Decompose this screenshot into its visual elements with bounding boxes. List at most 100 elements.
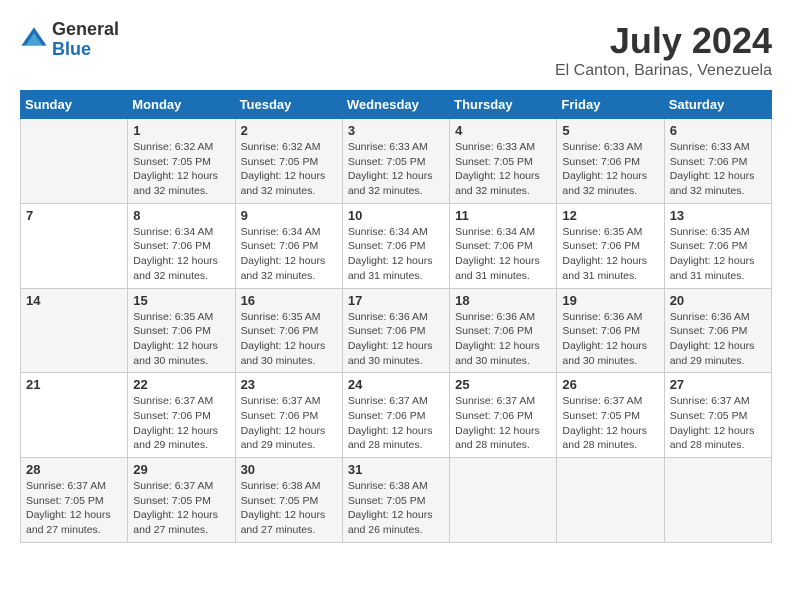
day-number: 7	[26, 208, 122, 223]
day-info: Sunrise: 6:37 AM Sunset: 7:06 PM Dayligh…	[241, 394, 337, 453]
day-number: 17	[348, 293, 444, 308]
day-number: 6	[670, 123, 766, 138]
day-number: 14	[26, 293, 122, 308]
day-number: 3	[348, 123, 444, 138]
day-number: 20	[670, 293, 766, 308]
calendar-cell: 14	[21, 288, 128, 373]
day-number: 29	[133, 462, 229, 477]
calendar-cell: 26Sunrise: 6:37 AM Sunset: 7:05 PM Dayli…	[557, 373, 664, 458]
day-info: Sunrise: 6:37 AM Sunset: 7:06 PM Dayligh…	[455, 394, 551, 453]
day-info: Sunrise: 6:36 AM Sunset: 7:06 PM Dayligh…	[348, 310, 444, 369]
calendar-cell: 1 Sunrise: 6:32 AM Sunset: 7:05 PM Daylig…	[128, 119, 235, 204]
col-header-wednesday: Wednesday	[342, 91, 449, 119]
day-info: Sunrise: 6:37 AM Sunset: 7:06 PM Dayligh…	[133, 394, 229, 453]
calendar-cell	[21, 119, 128, 204]
day-info: Sunrise: 6:34 AM Sunset: 7:06 PM Dayligh…	[241, 225, 337, 284]
calendar-cell: 31 Sunrise: 6:38 AM Sunset: 7:05 PM Dayli…	[342, 458, 449, 543]
col-header-tuesday: Tuesday	[235, 91, 342, 119]
day-number: 19	[562, 293, 658, 308]
page-header: General Blue July 2024 El Canton, Barina…	[20, 20, 772, 80]
day-number: 21	[26, 377, 122, 392]
day-number: 9	[241, 208, 337, 223]
day-number: 2	[241, 123, 337, 138]
calendar-cell: 22Sunrise: 6:37 AM Sunset: 7:06 PM Dayli…	[128, 373, 235, 458]
col-header-thursday: Thursday	[450, 91, 557, 119]
day-info: Sunrise: 6:34 AM Sunset: 7:06 PM Dayligh…	[133, 225, 229, 284]
calendar-cell: 9 Sunrise: 6:34 AM Sunset: 7:06 PM Daylig…	[235, 203, 342, 288]
title-area: July 2024 El Canton, Barinas, Venezuela	[555, 20, 772, 80]
day-number: 31	[348, 462, 444, 477]
day-info: Sunrise: 6:34 AM Sunset: 7:06 PM Dayligh…	[348, 225, 444, 284]
col-header-monday: Monday	[128, 91, 235, 119]
location-subtitle: El Canton, Barinas, Venezuela	[555, 62, 772, 80]
day-info: Sunrise: 6:33 AM Sunset: 7:05 PM Dayligh…	[348, 140, 444, 199]
day-info: Sunrise: 6:36 AM Sunset: 7:06 PM Dayligh…	[455, 310, 551, 369]
logo-text: General Blue	[52, 20, 119, 60]
day-number: 30	[241, 462, 337, 477]
calendar-cell	[664, 458, 771, 543]
calendar-week-row: 21 22Sunrise: 6:37 AM Sunset: 7:06 PM Day…	[21, 373, 772, 458]
month-year-title: July 2024	[555, 20, 772, 62]
calendar-cell	[450, 458, 557, 543]
calendar-cell: 11Sunrise: 6:34 AM Sunset: 7:06 PM Dayli…	[450, 203, 557, 288]
day-info: Sunrise: 6:35 AM Sunset: 7:06 PM Dayligh…	[241, 310, 337, 369]
day-info: Sunrise: 6:37 AM Sunset: 7:05 PM Dayligh…	[670, 394, 766, 453]
day-info: Sunrise: 6:35 AM Sunset: 7:06 PM Dayligh…	[670, 225, 766, 284]
calendar-cell: 2 Sunrise: 6:32 AM Sunset: 7:05 PM Daylig…	[235, 119, 342, 204]
day-number: 25	[455, 377, 551, 392]
day-number: 26	[562, 377, 658, 392]
day-info: Sunrise: 6:33 AM Sunset: 7:05 PM Dayligh…	[455, 140, 551, 199]
calendar-cell: 10 Sunrise: 6:34 AM Sunset: 7:06 PM Dayli…	[342, 203, 449, 288]
calendar-cell: 15 Sunrise: 6:35 AM Sunset: 7:06 PM Dayli…	[128, 288, 235, 373]
day-info: Sunrise: 6:37 AM Sunset: 7:05 PM Dayligh…	[26, 479, 122, 538]
calendar-week-row: 28Sunrise: 6:37 AM Sunset: 7:05 PM Dayli…	[21, 458, 772, 543]
calendar-cell: 16 Sunrise: 6:35 AM Sunset: 7:06 PM Dayli…	[235, 288, 342, 373]
calendar-cell: 5Sunrise: 6:33 AM Sunset: 7:06 PM Daylig…	[557, 119, 664, 204]
day-info: Sunrise: 6:33 AM Sunset: 7:06 PM Dayligh…	[562, 140, 658, 199]
calendar-week-row: 1 Sunrise: 6:32 AM Sunset: 7:05 PM Daylig…	[21, 119, 772, 204]
day-number: 4	[455, 123, 551, 138]
calendar-cell: 18Sunrise: 6:36 AM Sunset: 7:06 PM Dayli…	[450, 288, 557, 373]
day-info: Sunrise: 6:37 AM Sunset: 7:06 PM Dayligh…	[348, 394, 444, 453]
calendar-cell: 29 Sunrise: 6:37 AM Sunset: 7:05 PM Dayli…	[128, 458, 235, 543]
calendar-cell: 19 Sunrise: 6:36 AM Sunset: 7:06 PM Dayli…	[557, 288, 664, 373]
calendar-cell: 20 Sunrise: 6:36 AM Sunset: 7:06 PM Dayli…	[664, 288, 771, 373]
day-info: Sunrise: 6:32 AM Sunset: 7:05 PM Dayligh…	[133, 140, 229, 199]
col-header-saturday: Saturday	[664, 91, 771, 119]
day-number: 1	[133, 123, 229, 138]
day-number: 24	[348, 377, 444, 392]
day-number: 15	[133, 293, 229, 308]
calendar-cell: 4 Sunrise: 6:33 AM Sunset: 7:05 PM Daylig…	[450, 119, 557, 204]
day-number: 12	[562, 208, 658, 223]
day-info: Sunrise: 6:38 AM Sunset: 7:05 PM Dayligh…	[348, 479, 444, 538]
day-number: 13	[670, 208, 766, 223]
day-info: Sunrise: 6:36 AM Sunset: 7:06 PM Dayligh…	[562, 310, 658, 369]
calendar-cell: 24 Sunrise: 6:37 AM Sunset: 7:06 PM Dayli…	[342, 373, 449, 458]
logo-blue-text: Blue	[52, 40, 119, 60]
day-info: Sunrise: 6:38 AM Sunset: 7:05 PM Dayligh…	[241, 479, 337, 538]
calendar-cell: 28Sunrise: 6:37 AM Sunset: 7:05 PM Dayli…	[21, 458, 128, 543]
calendar-cell: 3 Sunrise: 6:33 AM Sunset: 7:05 PM Daylig…	[342, 119, 449, 204]
col-header-sunday: Sunday	[21, 91, 128, 119]
calendar-cell: 13 Sunrise: 6:35 AM Sunset: 7:06 PM Dayli…	[664, 203, 771, 288]
logo-general-text: General	[52, 20, 119, 40]
col-header-friday: Friday	[557, 91, 664, 119]
calendar-week-row: 7 8Sunrise: 6:34 AM Sunset: 7:06 PM Dayli…	[21, 203, 772, 288]
calendar-cell: 17 Sunrise: 6:36 AM Sunset: 7:06 PM Dayli…	[342, 288, 449, 373]
calendar-cell: 23Sunrise: 6:37 AM Sunset: 7:06 PM Dayli…	[235, 373, 342, 458]
calendar-cell: 27Sunrise: 6:37 AM Sunset: 7:05 PM Dayli…	[664, 373, 771, 458]
day-number: 10	[348, 208, 444, 223]
calendar-cell: 21	[21, 373, 128, 458]
day-info: Sunrise: 6:37 AM Sunset: 7:05 PM Dayligh…	[133, 479, 229, 538]
day-info: Sunrise: 6:36 AM Sunset: 7:06 PM Dayligh…	[670, 310, 766, 369]
day-info: Sunrise: 6:35 AM Sunset: 7:06 PM Dayligh…	[133, 310, 229, 369]
logo-icon	[20, 26, 48, 54]
day-info: Sunrise: 6:34 AM Sunset: 7:06 PM Dayligh…	[455, 225, 551, 284]
calendar-table: SundayMondayTuesdayWednesdayThursdayFrid…	[20, 90, 772, 543]
calendar-cell: 8Sunrise: 6:34 AM Sunset: 7:06 PM Daylig…	[128, 203, 235, 288]
calendar-week-row: 14 15 Sunrise: 6:35 AM Sunset: 7:06 PM Day…	[21, 288, 772, 373]
day-number: 16	[241, 293, 337, 308]
calendar-cell: 30 Sunrise: 6:38 AM Sunset: 7:05 PM Dayli…	[235, 458, 342, 543]
calendar-cell	[557, 458, 664, 543]
day-info: Sunrise: 6:32 AM Sunset: 7:05 PM Dayligh…	[241, 140, 337, 199]
